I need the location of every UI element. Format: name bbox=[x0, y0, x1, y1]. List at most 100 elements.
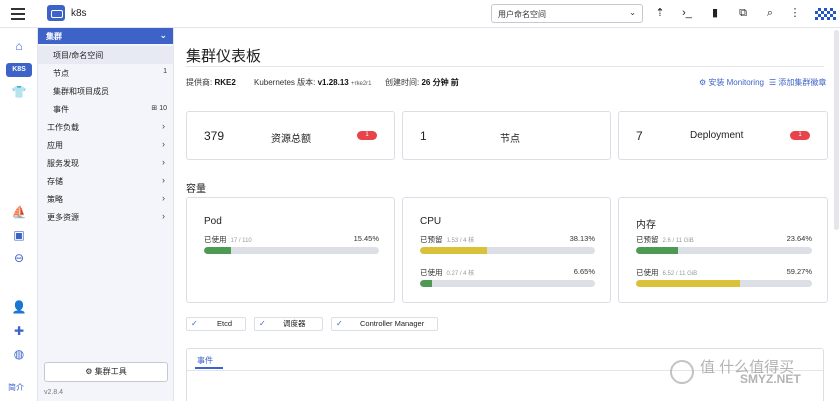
nav-item-label: 项目/命名空间 bbox=[53, 51, 104, 60]
main-content: 集群仪表板 提供商: RKE2 Kubernetes 版本: v1.28.13 … bbox=[174, 28, 840, 401]
cpu-used-label-text: 已使用 bbox=[420, 268, 443, 277]
created-label: 创建时间: bbox=[385, 78, 420, 87]
terminal-icon[interactable]: ›_ bbox=[680, 6, 694, 21]
copy-icon[interactable]: ⧉ bbox=[736, 6, 750, 21]
globe-icon[interactable]: ◍ bbox=[11, 346, 27, 362]
memory-reserved-label-text: 已预留 bbox=[636, 235, 659, 244]
nav-item-storage[interactable]: 存储 › bbox=[38, 172, 173, 190]
count-card-nodes[interactable]: 1 节点 bbox=[402, 111, 611, 160]
tab-events[interactable]: 事件 bbox=[197, 355, 213, 366]
cpu-reserved-bar-fill bbox=[420, 247, 487, 254]
cpu-used-sub: 0.27 / 4 核 bbox=[446, 271, 475, 277]
cluster-tools-button[interactable]: ⚙ 集群工具 bbox=[44, 362, 168, 382]
folder-icon[interactable]: ▣ bbox=[11, 227, 27, 243]
user-icon[interactable]: 👤 bbox=[11, 299, 27, 315]
boat-icon[interactable]: ⛵ bbox=[11, 204, 27, 220]
watermark-logo-icon bbox=[670, 360, 694, 384]
created-value: 26 分钟 前 bbox=[421, 78, 459, 87]
nav-item-service-discovery[interactable]: 服务发现 › bbox=[38, 154, 173, 172]
nav-item-projects-namespaces[interactable]: 项目/命名空间 bbox=[38, 46, 173, 64]
chevron-down-icon: ⌄ bbox=[629, 8, 636, 17]
upload-icon[interactable]: ⇡ bbox=[653, 6, 667, 21]
version-label: v2.8.4 bbox=[44, 389, 64, 396]
nav-item-workloads[interactable]: 工作负载 › bbox=[38, 118, 173, 136]
memory-used-label-text: 已使用 bbox=[636, 268, 659, 277]
k8s-version-value: v1.28.13 bbox=[317, 78, 349, 87]
page-scrollbar[interactable] bbox=[834, 30, 839, 230]
nav-item-label: 更多资源 bbox=[47, 213, 79, 222]
nav-group-cluster[interactable]: 集群 ⌄ bbox=[38, 28, 173, 44]
nav-item-more-resources[interactable]: 更多资源 › bbox=[38, 208, 173, 226]
top-bar: k8s 用户命名空间 ⌄ ⇡ ›_ ▮ ⧉ ⌕ ⋮ bbox=[0, 0, 840, 28]
nav-item-label: 应用 bbox=[47, 141, 63, 150]
chevron-right-icon: › bbox=[162, 211, 165, 221]
gear-icon: ⚙ bbox=[85, 367, 95, 376]
service-chip-label: Etcd bbox=[217, 319, 233, 328]
capacity-card-memory: 内存 已预留 2.6 / 11 GiB 23.64% 已使用 6.52 / 11 G… bbox=[618, 197, 828, 303]
cluster-name[interactable]: k8s bbox=[71, 8, 87, 19]
left-rail: ⌂ K8S 👕 ⛵ ▣ ⊖ 👤 ✚ ◍ 简介 bbox=[0, 28, 38, 401]
pod-used-label-text: 已使用 bbox=[204, 235, 227, 244]
gear-icon: ⚙ bbox=[699, 78, 709, 87]
install-monitoring-label: 安装 Monitoring bbox=[708, 78, 764, 87]
capacity-card-pod: Pod 已使用 17 / 110 15.45% bbox=[186, 197, 395, 303]
nav-item-label: 事件 bbox=[53, 105, 69, 114]
home-icon[interactable]: ⌂ bbox=[11, 38, 27, 54]
nav-item-events[interactable]: 事件 ⊞ 10 bbox=[38, 100, 173, 118]
count-card-deployment[interactable]: 7 Deployment 1 bbox=[618, 111, 828, 160]
memory-used-bar bbox=[636, 280, 812, 287]
provider-meta: 提供商: RKE2 bbox=[186, 77, 236, 88]
count-label: 节点 bbox=[500, 134, 520, 145]
service-chip-label: Controller Manager bbox=[360, 319, 425, 328]
count-badge: 1 bbox=[357, 131, 377, 140]
nav-group-label: 集群 bbox=[46, 32, 62, 41]
k8s-version-suffix: +rke2r1 bbox=[350, 81, 372, 87]
memory-reserved-bar bbox=[636, 247, 812, 254]
pod-used-pct: 15.45% bbox=[353, 234, 379, 243]
count-card-resources[interactable]: 379 资源总额 1 bbox=[186, 111, 395, 160]
more-icon[interactable]: ⋮ bbox=[788, 6, 802, 21]
check-icon: ✓ bbox=[336, 319, 343, 328]
nav-item-policy[interactable]: 策略 › bbox=[38, 190, 173, 208]
namespace-select[interactable]: 用户命名空间 ⌄ bbox=[491, 4, 643, 23]
network-icon[interactable]: ⊖ bbox=[11, 250, 27, 266]
nav-item-nodes[interactable]: 节点 1 bbox=[38, 64, 173, 82]
install-monitoring-link[interactable]: ⚙ 安装 Monitoring bbox=[699, 77, 764, 88]
nav-item-label: 策略 bbox=[47, 195, 63, 204]
shirt-icon[interactable]: 👕 bbox=[11, 84, 27, 100]
hamburger-icon[interactable] bbox=[11, 8, 25, 20]
puzzle-icon[interactable]: ✚ bbox=[11, 323, 27, 339]
watermark-en: SMYZ.NET bbox=[740, 372, 801, 386]
nav-item-label: 存储 bbox=[47, 177, 63, 186]
file-icon[interactable]: ▮ bbox=[708, 6, 722, 21]
rail-k8s-item[interactable]: K8S bbox=[6, 63, 32, 77]
nav-item-apps[interactable]: 应用 › bbox=[38, 136, 173, 154]
nav-item-count: ⊞ 10 bbox=[151, 104, 167, 112]
chevron-down-icon: ⌄ bbox=[159, 30, 167, 40]
provider-label: 提供商: bbox=[186, 78, 213, 87]
pod-used-label: 已使用 17 / 110 bbox=[204, 234, 252, 245]
count-value: 1 bbox=[420, 129, 427, 143]
memory-reserved-sub: 2.6 / 11 GiB bbox=[662, 238, 694, 244]
add-cluster-badge-label: 添加集群徽章 bbox=[778, 78, 827, 87]
search-icon[interactable]: ⌕ bbox=[763, 6, 777, 21]
cpu-used-pct: 6.65% bbox=[573, 267, 595, 276]
memory-used-label: 已使用 6.52 / 11 GiB bbox=[636, 267, 697, 278]
cpu-reserved-label-text: 已预留 bbox=[420, 235, 443, 244]
watermark: 值 什么值得买 SMYZ.NET bbox=[700, 356, 801, 386]
brand-logo-icon[interactable] bbox=[815, 8, 836, 20]
memory-reserved-label: 已预留 2.6 / 11 GiB bbox=[636, 234, 694, 245]
pod-used-bar bbox=[204, 247, 379, 254]
check-icon: ✓ bbox=[191, 319, 198, 328]
nav-item-members[interactable]: 集群和项目成员 bbox=[38, 82, 173, 100]
service-chip-label: 调度器 bbox=[283, 319, 306, 328]
cpu-used-bar bbox=[420, 280, 595, 287]
chevron-right-icon: › bbox=[162, 139, 165, 149]
service-chip-etcd[interactable]: ✓ Etcd bbox=[186, 317, 246, 331]
service-chip-scheduler[interactable]: ✓ 调度器 bbox=[254, 317, 323, 331]
service-chip-controller-manager[interactable]: ✓ Controller Manager bbox=[331, 317, 438, 331]
add-cluster-badge-link[interactable]: ☰ 添加集群徽章 bbox=[769, 77, 826, 88]
capacity-card-cpu: CPU 已预留 1.53 / 4 核 38.13% 已使用 0.27 / 4 核 6… bbox=[402, 197, 611, 303]
rail-about-link[interactable]: 简介 bbox=[8, 382, 24, 393]
chevron-right-icon: › bbox=[162, 157, 165, 167]
